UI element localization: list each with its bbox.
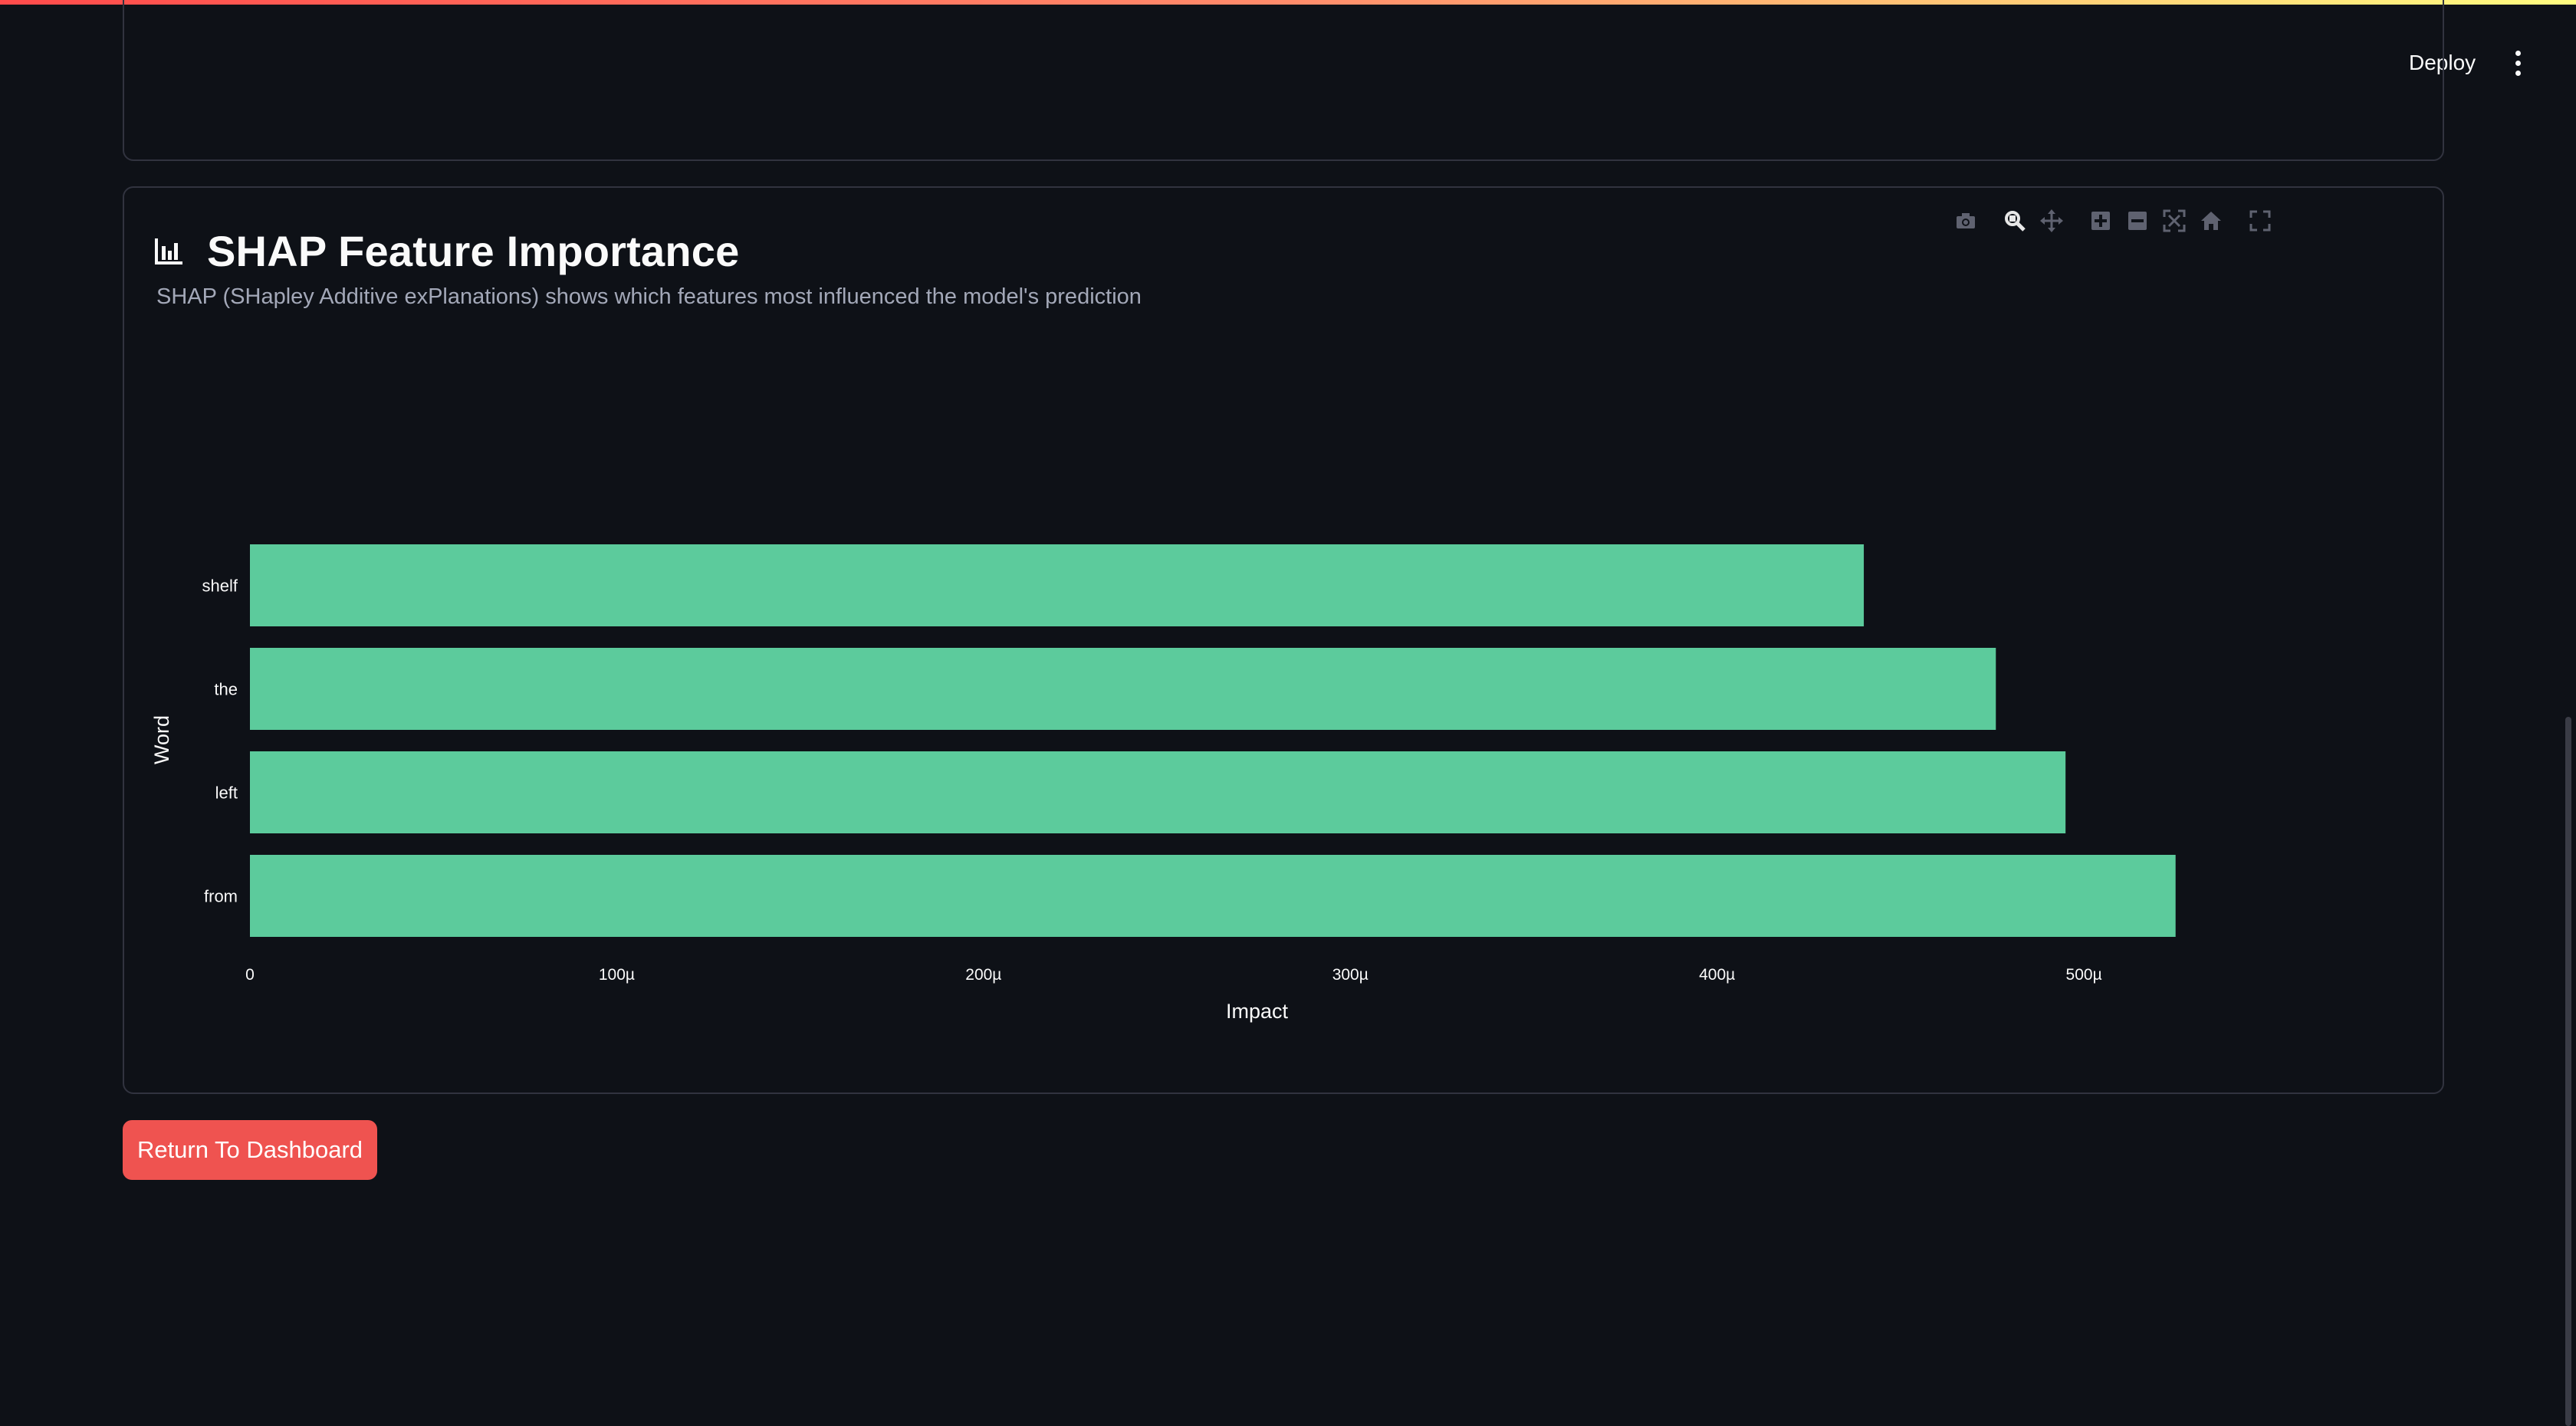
page-scrollbar[interactable] (2565, 717, 2571, 1426)
y-tick-label: left (215, 784, 238, 803)
bar-from[interactable] (250, 855, 2176, 937)
fullscreen-icon[interactable] (2242, 205, 2279, 236)
bar-the[interactable] (250, 648, 1996, 730)
zoom-in-icon[interactable] (2082, 205, 2119, 236)
bar-shelf[interactable] (250, 544, 1865, 626)
zoom-out-icon[interactable] (2119, 205, 2156, 236)
section-heading: SHAP Feature Importance (153, 220, 739, 281)
x-tick-label: 200µ (965, 966, 1001, 984)
previous-section-card (123, 0, 2444, 161)
x-tick-label: 500µ (2066, 966, 2102, 984)
zoom-icon[interactable] (1996, 205, 2033, 236)
x-tick-label: 0 (245, 966, 255, 984)
section-subtitle: SHAP (SHapley Additive exPlanations) sho… (156, 284, 1142, 309)
autoscale-icon[interactable] (2156, 205, 2193, 236)
y-axis-title: Word (150, 715, 173, 764)
bar-chart-icon (155, 238, 182, 264)
section-title: SHAP Feature Importance (207, 226, 740, 275)
reset-axes-icon[interactable] (2193, 205, 2229, 236)
x-axis-title: Impact (1226, 1000, 1289, 1023)
x-tick-label: 400µ (1699, 966, 1735, 984)
shap-section-card: SHAP Feature Importance SHAP (SHapley Ad… (123, 186, 2444, 1094)
kebab-menu-icon[interactable] (2502, 44, 2533, 81)
y-tick-label: the (214, 680, 238, 699)
x-tick-label: 100µ (599, 966, 635, 984)
camera-icon[interactable] (1947, 205, 1984, 236)
pan-icon[interactable] (2033, 205, 2070, 236)
y-tick-label: shelf (202, 577, 238, 596)
x-tick-label: 300µ (1332, 966, 1368, 984)
y-tick-label: from (204, 887, 238, 906)
bar-left[interactable] (250, 751, 2066, 833)
return-to-dashboard-button[interactable]: Return To Dashboard (123, 1120, 377, 1180)
chart-modebar (1947, 205, 2279, 236)
